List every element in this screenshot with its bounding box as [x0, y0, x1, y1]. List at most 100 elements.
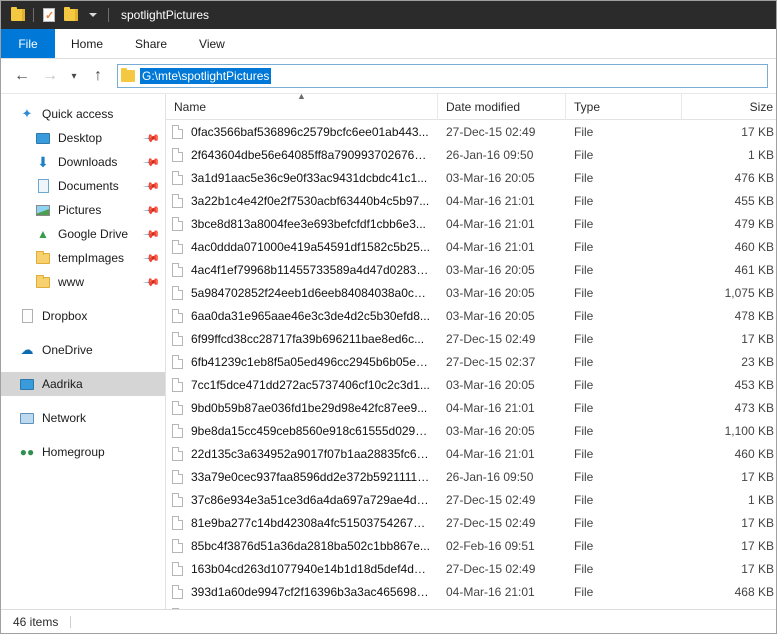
folder-icon[interactable]	[7, 4, 29, 26]
file-name-label: 85bc4f3876d51a36da2818ba502c1bb867e...	[191, 538, 430, 553]
tab-view[interactable]: View	[183, 29, 241, 58]
pin-icon[interactable]: 📌	[143, 225, 162, 243]
new-folder-icon[interactable]	[60, 4, 82, 26]
sidebar-item-pictures[interactable]: Pictures 📌	[1, 198, 165, 222]
chevron-down-icon[interactable]	[82, 4, 104, 26]
table-row[interactable]: 3a22b1c4e42f0e2f7530acbf63440b4c5b97... 0…	[166, 189, 776, 212]
cell-name: 37c86e934e3a51ce3d6a4da697a729ae4de...	[166, 488, 438, 511]
cell-name: 22d135c3a634952a9017f07b1aa28835fc6b...	[166, 442, 438, 465]
cell-date-modified: 04-Mar-16 21:01	[446, 193, 535, 208]
cell-date-modified: 04-Mar-16 21:01	[446, 216, 535, 231]
cell-type: File	[574, 239, 594, 254]
address-input[interactable]: G:\mte\spotlightPictures	[117, 64, 768, 88]
sidebar-item-label: Desktop	[58, 131, 103, 145]
table-row[interactable]: 3bce8d813a8004fee3e693befcfdf1cbb6e3... 0…	[166, 212, 776, 235]
file-name-label: 81e9ba277c14bd42308a4fc5150375426709...	[191, 515, 430, 530]
table-row[interactable]: 393d1a60de9947cf2f16396b3a3ac4656986... 0…	[166, 580, 776, 603]
file-icon	[172, 331, 183, 346]
address-path-text: G:\mte\spotlightPictures	[140, 68, 272, 84]
quick-access-toolbar	[7, 4, 113, 26]
properties-icon[interactable]	[38, 4, 60, 26]
sidebar-item-dropbox[interactable]: Dropbox	[1, 304, 165, 328]
sidebar-item-onedrive[interactable]: ☁ OneDrive	[1, 338, 165, 362]
table-row[interactable]: 6f99ffcd38cc28717fa39b696211bae8ed6c... 2…	[166, 327, 776, 350]
table-row[interactable]: 6aa0da31e965aae46e3c3de4d2c5b30efd8... 03…	[166, 304, 776, 327]
file-icon	[172, 423, 183, 438]
file-name-label: 22d135c3a634952a9017f07b1aa28835fc6b...	[191, 446, 430, 461]
pin-icon[interactable]: 📌	[143, 177, 162, 195]
file-name-label: 33a79e0cec937faa8596dd2e372b59211114...	[191, 469, 430, 484]
pin-icon[interactable]: 📌	[143, 153, 162, 171]
table-row[interactable]: 81e9ba277c14bd42308a4fc5150375426709... 2…	[166, 511, 776, 534]
cell-type: File	[574, 377, 594, 392]
table-row[interactable]: 37c86e934e3a51ce3d6a4da697a729ae4de... 27…	[166, 488, 776, 511]
file-icon	[172, 446, 183, 461]
folder-icon	[35, 274, 51, 290]
table-row[interactable]: 9bd0b59b87ae036fd1be29d98e42fc87ee9... 04…	[166, 396, 776, 419]
table-row[interactable]: 22d135c3a634952a9017f07b1aa28835fc6b... 0…	[166, 442, 776, 465]
sidebar-item-tempimages[interactable]: tempImages 📌	[1, 246, 165, 270]
column-header-size[interactable]: Size	[682, 94, 776, 120]
recent-locations-icon[interactable]: ▾	[65, 63, 83, 89]
table-row[interactable]: 85bc4f3876d51a36da2818ba502c1bb867e... 02…	[166, 534, 776, 557]
cell-date-modified: 04-Mar-16 21:01	[446, 584, 535, 599]
column-header-name[interactable]: ▲ Name	[166, 94, 438, 120]
tab-share[interactable]: Share	[119, 29, 183, 58]
cell-date-modified: 03-Mar-16 20:05	[446, 377, 535, 392]
table-row[interactable]: 6fb41239c1eb8f5a05ed496cc2945b6b05e9... 2…	[166, 350, 776, 373]
sidebar-item-aadrika[interactable]: Aadrika	[1, 372, 165, 396]
column-header-name-label: Name	[174, 99, 207, 114]
sidebar-item-google-drive[interactable]: ▲ Google Drive 📌	[1, 222, 165, 246]
table-row[interactable]: 5a984702852f24eeb1d6eeb84084038a0c5e... 0…	[166, 281, 776, 304]
cell-name: 4ac4f1ef79968b11455733589a4d47d0283b...	[166, 258, 438, 281]
table-row[interactable]: 9be8da15cc459ceb8560e918c61555d0291... 03…	[166, 419, 776, 442]
pin-icon[interactable]: 📌	[143, 249, 162, 267]
table-row[interactable]: 543b58b97e4636627a1e77faf46d60891e35... 0…	[166, 603, 776, 609]
document-icon	[35, 178, 51, 194]
sidebar-item-quick-access[interactable]: ✦ Quick access	[1, 102, 165, 126]
file-list-pane: ▲ Name Date modified Type Size 0fac3566b…	[166, 94, 776, 609]
window-title: spotlightPictures	[121, 8, 210, 22]
table-row[interactable]: 7cc1f5dce471dd272ac5737406cf10c2c3d1... 0…	[166, 373, 776, 396]
table-row[interactable]: 33a79e0cec937faa8596dd2e372b59211114... 2…	[166, 465, 776, 488]
up-arrow-icon[interactable]: ↑	[85, 63, 111, 89]
cell-size: 17 KB	[741, 515, 774, 530]
file-name-label: 6fb41239c1eb8f5a05ed496cc2945b6b05e9...	[191, 354, 430, 369]
table-row[interactable]: 4ac4f1ef79968b11455733589a4d47d0283b... 0…	[166, 258, 776, 281]
pin-icon[interactable]: 📌	[143, 273, 162, 291]
column-header-type-label: Type	[574, 99, 601, 114]
cell-size: 473 KB	[734, 400, 774, 415]
tab-home[interactable]: Home	[55, 29, 119, 58]
nav-group-gap	[1, 294, 165, 304]
table-row[interactable]: 3a1d91aac5e36c9e0f33ac9431dcbdc41c1... 03…	[166, 166, 776, 189]
back-arrow-icon[interactable]: ←	[9, 63, 35, 89]
item-count-label: 46 items	[13, 614, 59, 629]
table-row[interactable]: 2f643604dbe56e64085ff8a7909937026763... 2…	[166, 143, 776, 166]
file-icon	[172, 400, 183, 415]
cell-name: 4ac0ddda071000e419a54591df1582c5b25...	[166, 235, 438, 258]
cell-type: File	[574, 285, 594, 300]
sidebar-item-network[interactable]: Network	[1, 406, 165, 430]
file-icon	[172, 377, 183, 392]
tab-file[interactable]: File	[1, 29, 55, 58]
column-header-date-modified[interactable]: Date modified	[438, 94, 566, 120]
pin-icon[interactable]: 📌	[143, 201, 162, 219]
sidebar-item-www[interactable]: www 📌	[1, 270, 165, 294]
cell-type: File	[574, 262, 594, 277]
table-row[interactable]: 0fac3566baf536896c2579bcfc6ee01ab443... 2…	[166, 120, 776, 143]
pin-icon[interactable]: 📌	[143, 129, 162, 147]
sidebar-item-homegroup[interactable]: ●● Homegroup	[1, 440, 165, 464]
file-icon	[172, 124, 183, 139]
forward-arrow-icon[interactable]: →	[37, 63, 63, 89]
sidebar-item-desktop[interactable]: Desktop 📌	[1, 126, 165, 150]
file-name-label: 0fac3566baf536896c2579bcfc6ee01ab443...	[191, 124, 429, 139]
toolbar-divider-2	[108, 8, 109, 22]
cell-date-modified: 27-Dec-15 02:37	[446, 354, 536, 369]
sidebar-item-documents[interactable]: Documents 📌	[1, 174, 165, 198]
table-row[interactable]: 4ac0ddda071000e419a54591df1582c5b25... 04…	[166, 235, 776, 258]
column-header-type[interactable]: Type	[566, 94, 682, 120]
cell-size: 468 KB	[734, 584, 774, 599]
google-drive-icon: ▲	[37, 227, 49, 241]
table-row[interactable]: 163b04cd263d1077940e14b1d18d5def4db... 27…	[166, 557, 776, 580]
sidebar-item-downloads[interactable]: ⬇ Downloads 📌	[1, 150, 165, 174]
